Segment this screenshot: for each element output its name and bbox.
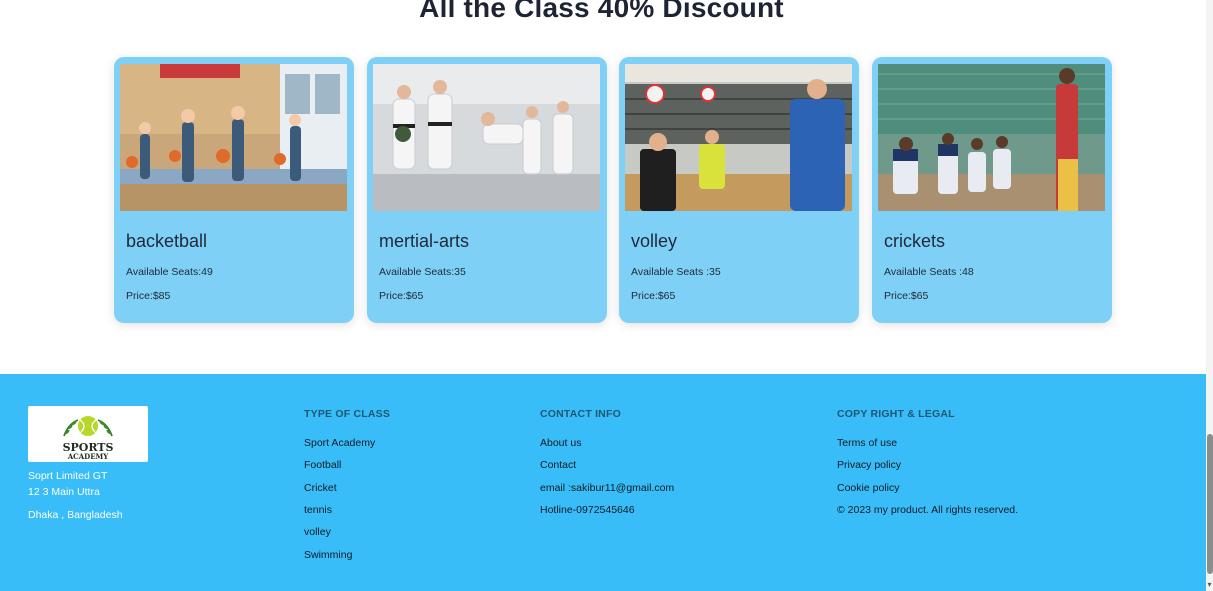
card-title: crickets [884,231,946,251]
footer-link-volley[interactable]: volley [304,526,331,538]
address-line-3: Dhaka , Bangladesh [28,509,123,521]
card-seats: Available Seats :48 [884,266,974,278]
footer-link-contact[interactable]: Contact [540,459,576,471]
footer-link-football[interactable]: Football [304,459,341,471]
copyright-text: © 2023 my product. All rights reserved. [837,504,1019,516]
card-title: mertial-arts [379,231,470,251]
card-price: Price:$65 [884,290,929,302]
card-price: Price:$65 [379,290,424,302]
class-card-basketball[interactable]: backetball Available Seats:49 Price:$85 [114,57,354,323]
footer-link-privacy[interactable]: Privacy policy [837,459,901,471]
site-footer: SPORTS ACADEMY Soprt Limited GT 12 3 Mai… [0,374,1206,591]
footer-link-about-us[interactable]: About us [540,437,581,449]
card-seats: Available Seats:49 [126,266,213,278]
volley-photo [625,64,852,211]
class-card-martial-arts[interactable]: mertial-arts Available Seats:35 Price:$6… [367,57,607,323]
footer-link-terms[interactable]: Terms of use [837,437,897,449]
footer-link-cookie[interactable]: Cookie policy [837,482,899,494]
footer-email[interactable]: email :sakibur11@gmail.com [540,482,674,494]
scroll-down-arrow-icon[interactable]: ▾ [1206,580,1213,590]
martial-arts-photo [373,64,600,211]
card-seats: Available Seats:35 [379,266,466,278]
footer-link-tennis[interactable]: tennis [304,504,332,516]
card-title: backetball [126,231,208,251]
page-heading: All the Class 40% Discount [419,0,784,23]
scrollbar-thumb[interactable] [1207,434,1213,574]
svg-text:ACADEMY: ACADEMY [67,452,110,461]
sports-academy-logo[interactable]: SPORTS ACADEMY [28,406,148,462]
legal-title: COPY RIGHT & LEGAL [837,408,955,420]
address-line-2: 12 3 Main Uttra [28,486,100,498]
address-line-1: Soprt Limited GT [28,470,108,482]
crickets-photo [878,64,1105,211]
footer-link-cricket[interactable]: Cricket [304,482,337,494]
card-price: Price:$85 [126,290,171,302]
basketball-photo [120,64,347,211]
class-card-crickets[interactable]: crickets Available Seats :48 Price:$65 [872,57,1112,323]
footer-link-swimming[interactable]: Swimming [304,549,352,561]
card-price: Price:$65 [631,290,676,302]
contact-info-title: CONTACT INFO [540,408,621,420]
footer-link-sport-academy[interactable]: Sport Academy [304,437,375,449]
class-card-volley[interactable]: volley Available Seats :35 Price:$65 [619,57,859,323]
footer-hotline: Hotline-0972545646 [540,504,635,516]
card-seats: Available Seats :35 [631,266,721,278]
card-title: volley [631,231,678,251]
type-of-class-title: TYPE OF CLASS [304,408,391,420]
